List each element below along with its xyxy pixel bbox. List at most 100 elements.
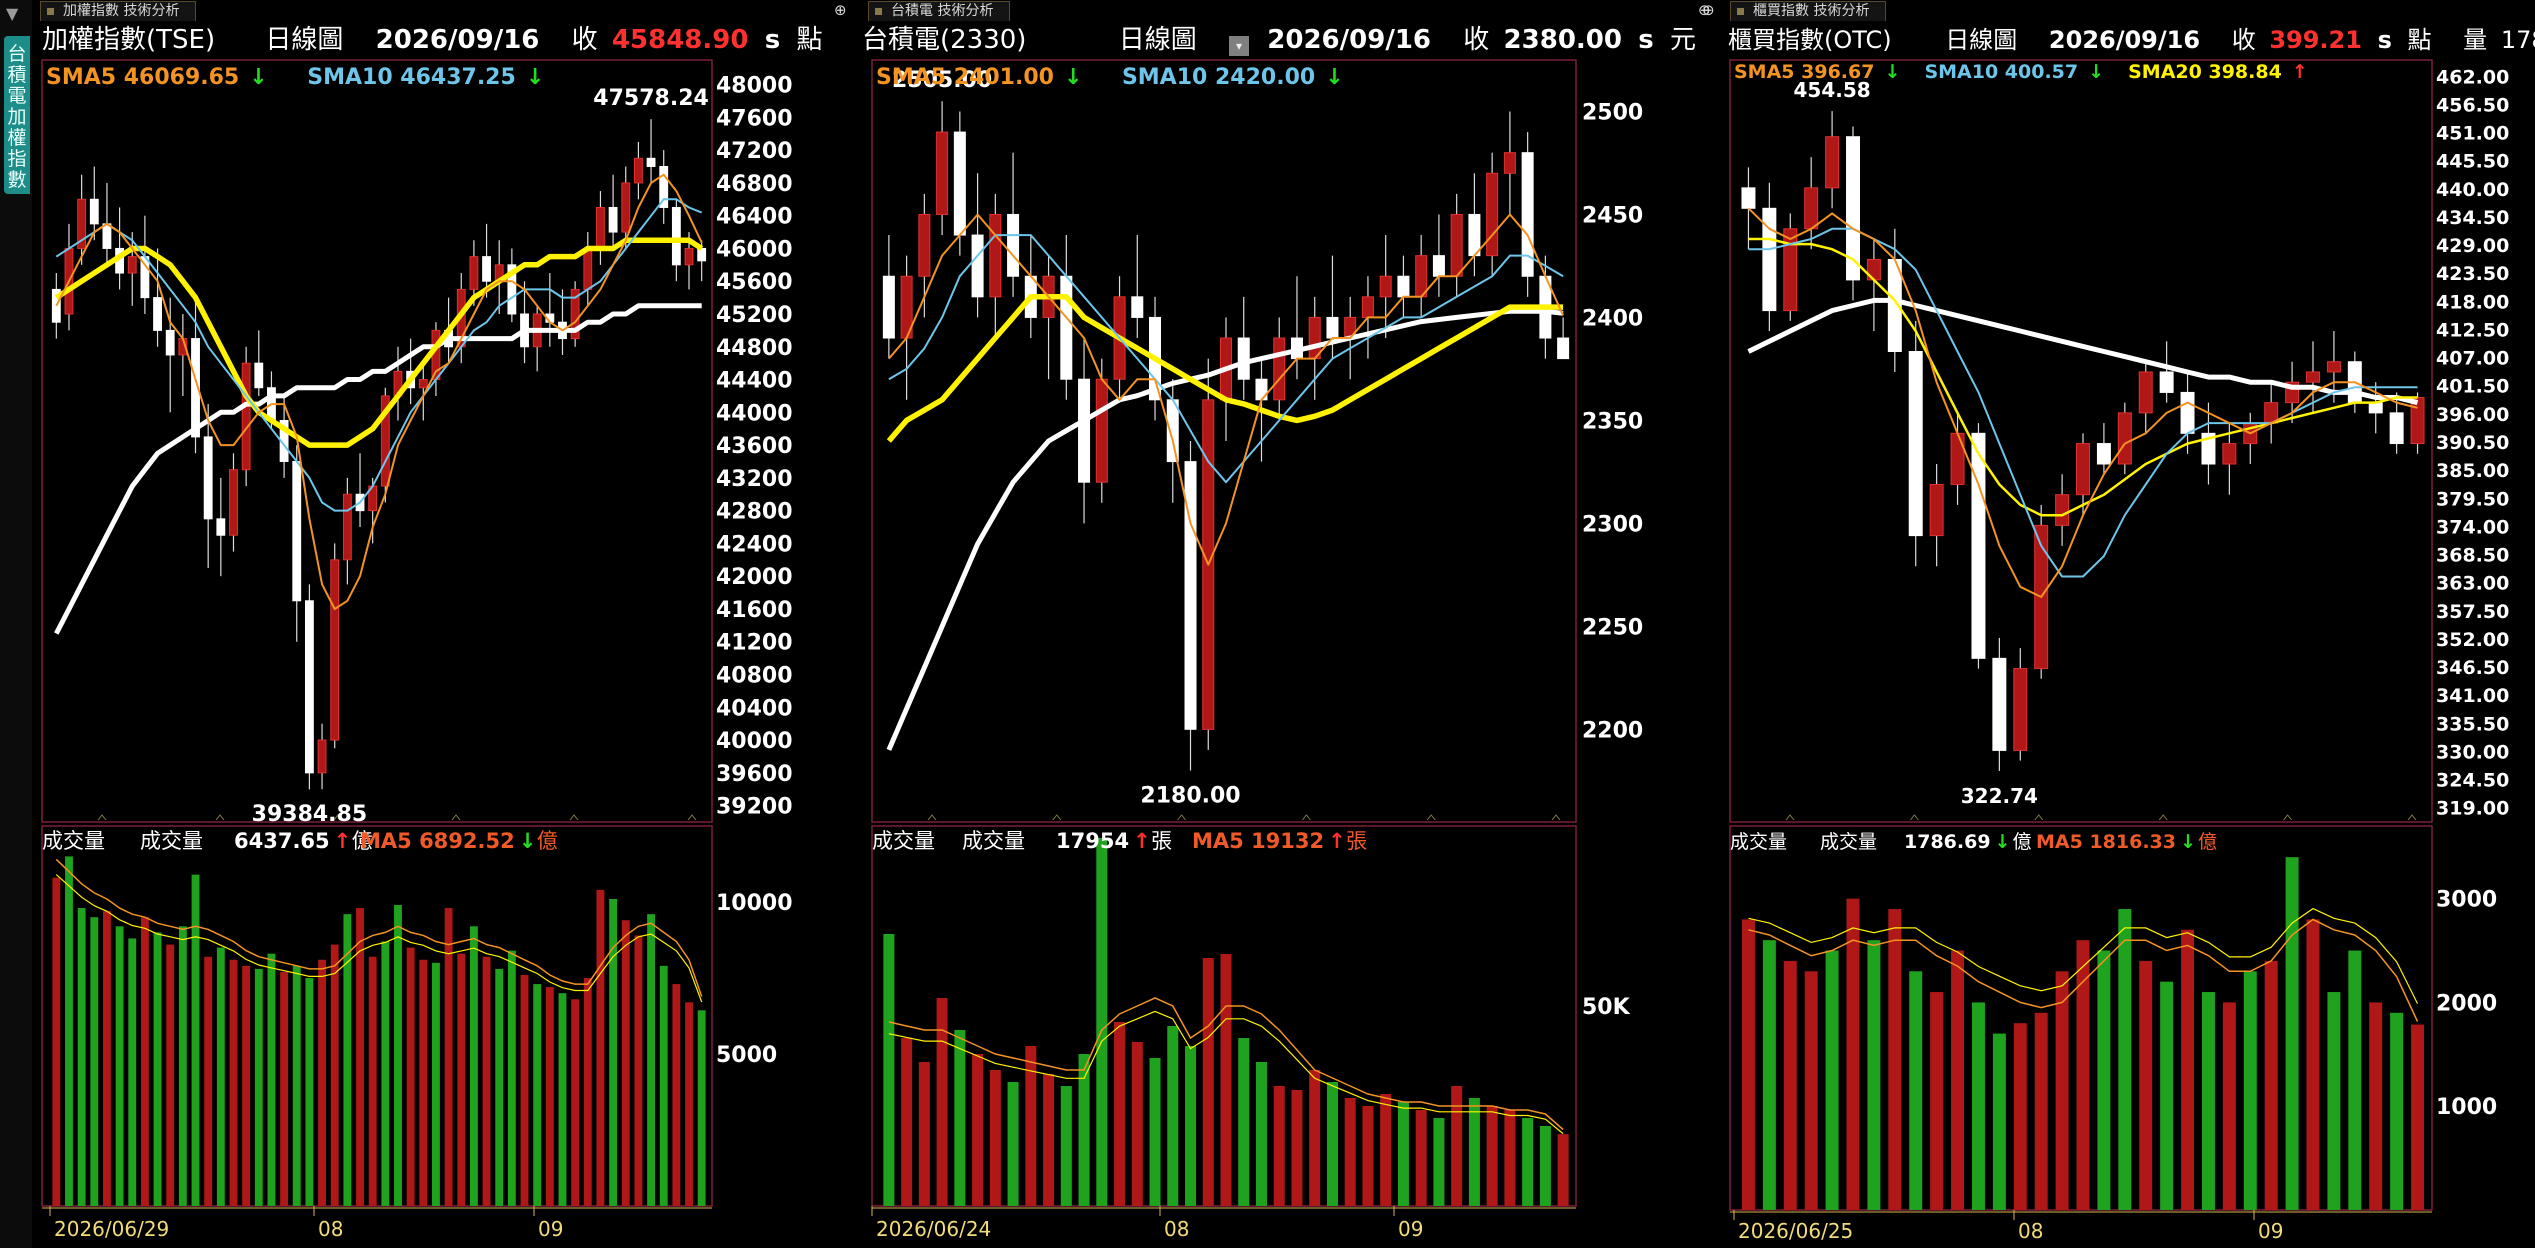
volume-title: 成交量	[872, 829, 935, 853]
volume-bar	[1522, 1118, 1534, 1206]
low-price-label: 2180.00	[1140, 784, 1240, 809]
price-tick-label: 2450	[1582, 203, 1643, 228]
volume-unit: 張	[1151, 829, 1172, 853]
volume-bar	[2390, 1012, 2404, 1210]
chart-svg: 462.00 456.50 451.00 445.50 440.00 434.50 429.…	[1729, 59, 2509, 1243]
collapse-arrow-icon[interactable]: ▼	[6, 4, 18, 23]
price-tick-label: 445.50	[2436, 151, 2509, 173]
date-label: 08	[1164, 1217, 1189, 1241]
candle-body	[1397, 275, 1410, 298]
volume-bar	[419, 959, 428, 1206]
candle-body	[2055, 494, 2070, 526]
volume-bar	[1007, 1082, 1019, 1206]
volume-bar	[2118, 909, 2132, 1210]
volume-bar	[1909, 971, 1923, 1210]
candle-body	[1503, 152, 1516, 174]
price-tick-label: 46400	[716, 205, 793, 230]
volume-bar	[2013, 1023, 2027, 1210]
price-tick-label: 40400	[716, 696, 793, 721]
price-tick-label: 456.50	[2436, 94, 2509, 116]
price-tick-label: 379.50	[2436, 488, 2509, 510]
volume-bar	[545, 987, 554, 1206]
date-label: 2026/06/25	[1738, 1219, 1853, 1243]
price-tick-label: 44400	[716, 369, 793, 394]
volume-bar	[1804, 971, 1818, 1210]
volume-bar	[659, 965, 668, 1206]
axis-caret	[1910, 814, 1919, 821]
side-tab-tsmc-index[interactable]: 台積電加權指數	[4, 36, 30, 194]
volume-bar	[368, 956, 377, 1206]
volume-bar	[1867, 940, 1881, 1210]
candle-body	[418, 379, 428, 389]
volume-bar	[954, 1030, 966, 1206]
side-toolbar: ▼ 台積電加權指數	[0, 0, 32, 1248]
volume-bar	[1202, 958, 1214, 1206]
candle-body	[304, 600, 314, 774]
axis-caret	[1785, 814, 1795, 821]
volume-bar	[254, 968, 263, 1206]
volume-bar	[507, 950, 516, 1206]
axis-caret	[2283, 814, 2292, 821]
sma20-line	[54, 237, 704, 448]
volume-bar	[1557, 1134, 1569, 1206]
candle-body	[1804, 187, 1819, 230]
volume-bar	[2285, 857, 2299, 1210]
price-tick-label: 2300	[1582, 512, 1643, 537]
volume-bar	[1291, 1090, 1303, 1206]
price-tick-label: 418.00	[2436, 291, 2509, 313]
chart-panel-tse: 加權指數 技術分析 ⊕ 加權指數(TSE) 日線圖 2026/09/16 收 4…	[34, 0, 860, 1248]
candle-body	[292, 460, 302, 602]
candle-body	[671, 206, 681, 266]
price-tick-label: 46800	[716, 172, 793, 197]
volume-bar	[2222, 1002, 2236, 1210]
volume-bar	[1096, 838, 1108, 1206]
axis-caret	[2158, 814, 2168, 821]
candle-body	[2138, 371, 2153, 414]
candle-body	[1468, 213, 1481, 257]
candle-body	[2180, 391, 2195, 434]
date-label: 2026/06/29	[54, 1217, 169, 1241]
volume-bar	[1380, 1094, 1392, 1206]
volume-bar	[2076, 940, 2090, 1210]
volume-bar	[1783, 960, 1797, 1210]
volume-bar	[2160, 981, 2174, 1210]
axis-caret	[927, 814, 937, 821]
volume-bar	[267, 953, 276, 1206]
volume-bar	[972, 1054, 984, 1206]
volume-bar	[1167, 1026, 1179, 1206]
candle-body	[2013, 668, 2028, 751]
volume-bar	[1486, 1106, 1498, 1206]
volume-bar	[318, 959, 326, 1206]
price-tick-label: 42800	[716, 500, 793, 525]
volume-ma-unit: 張	[1346, 829, 1367, 853]
volume-bar	[128, 938, 137, 1206]
price-tick-label: 429.00	[2436, 235, 2509, 257]
price-tick-label: 451.00	[2436, 123, 2509, 145]
zoom-icon[interactable]: ⊕	[1702, 2, 1718, 18]
volume-tick-label: 50K	[1582, 995, 1631, 1020]
arrow-up-icon: ↑	[1328, 829, 1346, 853]
volume-bar	[204, 956, 213, 1206]
volume-bar	[1131, 1042, 1143, 1206]
volume-bar	[280, 971, 289, 1206]
candle-body	[953, 131, 966, 236]
volume-bar	[1309, 1070, 1321, 1206]
sma-legend-text: SMA5 46069.65	[46, 65, 239, 90]
volume-ma-line	[55, 858, 703, 997]
volume-bar	[583, 978, 592, 1206]
volume-tick-label: 5000	[716, 1043, 777, 1068]
volume-bar	[685, 1002, 693, 1206]
volume-bar	[2243, 971, 2257, 1210]
volume-label: 成交量	[1820, 831, 1877, 853]
candle-body	[203, 436, 213, 520]
volume-bar	[1238, 1038, 1250, 1206]
volume-bar	[918, 1062, 930, 1206]
candle-body	[1992, 657, 2007, 751]
candle-body	[1950, 432, 1965, 485]
candle-body	[2326, 361, 2341, 373]
candle-body	[1131, 296, 1144, 318]
volume-bar	[697, 1010, 706, 1206]
candle-body	[2096, 443, 2111, 465]
volume-bar	[406, 947, 415, 1206]
volume-bar	[2097, 950, 2111, 1210]
